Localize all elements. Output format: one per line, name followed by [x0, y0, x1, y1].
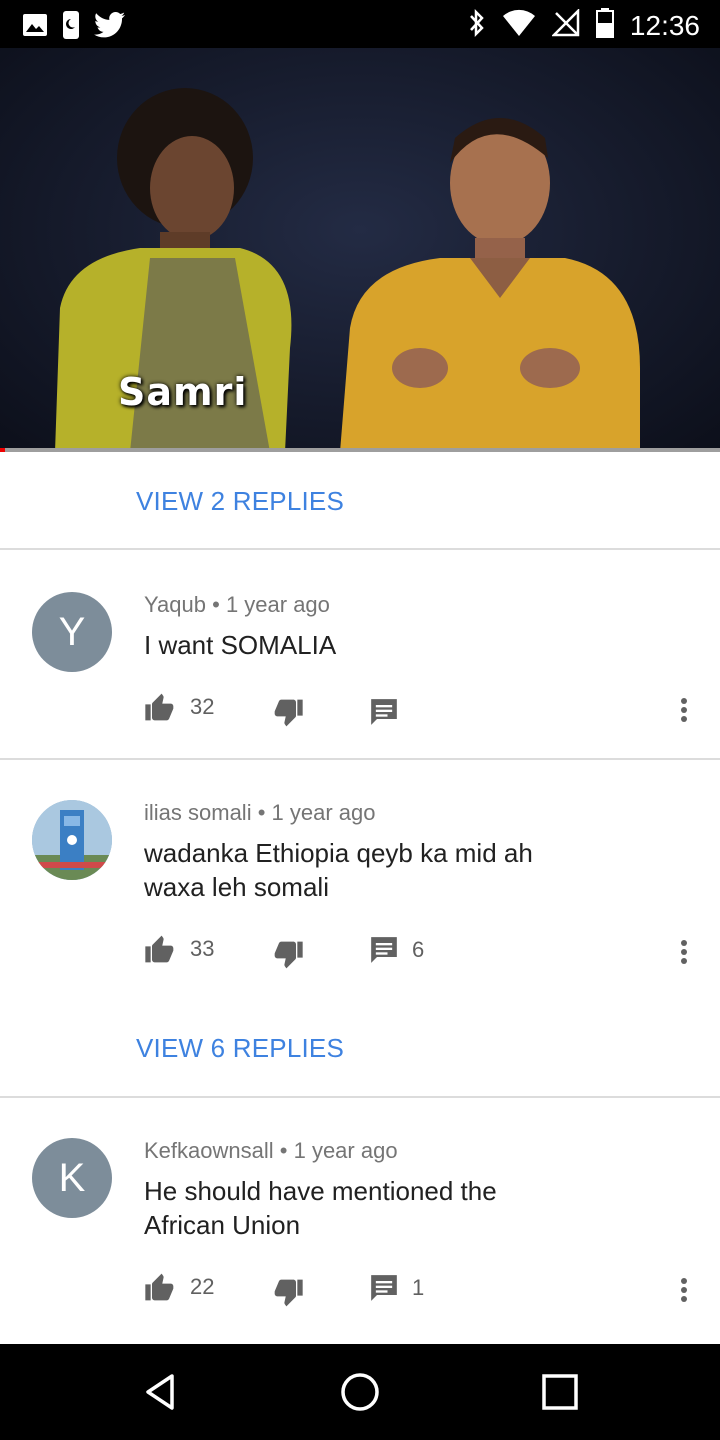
video-player[interactable]: Samri: [0, 48, 720, 452]
comment-icon: [371, 699, 397, 725]
more-options-icon[interactable]: [676, 938, 692, 968]
avatar[interactable]: K: [32, 1138, 112, 1218]
status-time: 12:36: [629, 9, 700, 41]
comment-author[interactable]: ilias somali: [144, 800, 252, 825]
divider: [0, 758, 720, 760]
dislike-button[interactable]: [272, 698, 304, 728]
more-options-icon[interactable]: [676, 1276, 692, 1306]
reply-count: 1: [412, 1275, 425, 1300]
comment-text: I want SOMALIA: [144, 630, 337, 660]
thumbs-up-icon: [145, 935, 174, 963]
battery-icon: [595, 8, 614, 43]
like-count: 32: [190, 694, 215, 719]
navigation-bar: [0, 1344, 720, 1440]
comment-author[interactable]: Yaqub: [144, 592, 206, 617]
video-caption: Samri: [118, 370, 248, 414]
avatar-image: [32, 800, 112, 880]
bluetooth-icon: [468, 8, 486, 43]
thumbs-down-icon: [274, 941, 303, 969]
comment-text: He should have mentioned the African Uni…: [144, 1176, 497, 1240]
thumbs-down-icon: [274, 1279, 303, 1307]
status-bar: 12:36: [0, 0, 720, 48]
view-replies-button[interactable]: VIEW 6 REPLIES: [136, 1033, 344, 1064]
like-count: 33: [190, 936, 215, 961]
comment-author[interactable]: Kefkaownsall: [144, 1138, 274, 1163]
avatar[interactable]: Y: [32, 592, 112, 672]
separator-dot: •: [212, 592, 226, 617]
separator-dot: •: [279, 1138, 294, 1163]
separator-dot: •: [257, 800, 272, 825]
comments-feed: VIEW 2 REPLIES Y Yaqub • 1 year ago I wa…: [0, 452, 720, 1344]
more-options-icon[interactable]: [676, 696, 692, 726]
view-replies-button[interactable]: VIEW 2 REPLIES: [136, 486, 344, 517]
like-button[interactable]: 32: [144, 692, 214, 722]
comment-text: wadanka Ethiopia qeyb ka mid ah waxa leh…: [144, 838, 533, 902]
twitter-icon: [94, 12, 126, 43]
comment-icon: [371, 1275, 397, 1301]
video-frame: [55, 88, 640, 452]
thumbs-up-icon: [145, 693, 174, 721]
thumbs-down-icon: [274, 699, 303, 727]
divider: [0, 1096, 720, 1098]
divider: [0, 548, 720, 550]
no-signal-icon: [550, 7, 580, 42]
thumbs-up-icon: [145, 1273, 174, 1301]
comment-meta: Yaqub • 1 year ago: [144, 592, 330, 618]
dislike-button[interactable]: [272, 1278, 304, 1308]
recents-icon[interactable]: [534, 1366, 586, 1418]
back-icon[interactable]: [134, 1366, 186, 1418]
avatar[interactable]: [32, 800, 112, 880]
comment-meta: Kefkaownsall • 1 year ago: [144, 1138, 398, 1164]
reply-button[interactable]: 1: [370, 1274, 424, 1302]
wifi-icon: [502, 9, 536, 42]
reply-button[interactable]: 6: [370, 936, 424, 964]
comment-time: 1 year ago: [271, 800, 376, 825]
image-icon: [22, 12, 48, 43]
comment-meta: ilias somali • 1 year ago: [144, 800, 376, 826]
home-icon[interactable]: [334, 1366, 386, 1418]
comment-time: 1 year ago: [293, 1138, 398, 1163]
reply-button[interactable]: [370, 698, 412, 726]
like-button[interactable]: 22: [144, 1272, 214, 1302]
comment-icon: [371, 937, 397, 963]
like-button[interactable]: 33: [144, 934, 214, 964]
like-count: 22: [190, 1274, 215, 1299]
reply-count: 6: [412, 937, 425, 962]
notification-icon: [62, 10, 80, 45]
dislike-button[interactable]: [272, 940, 304, 970]
comment-time: 1 year ago: [225, 592, 330, 617]
